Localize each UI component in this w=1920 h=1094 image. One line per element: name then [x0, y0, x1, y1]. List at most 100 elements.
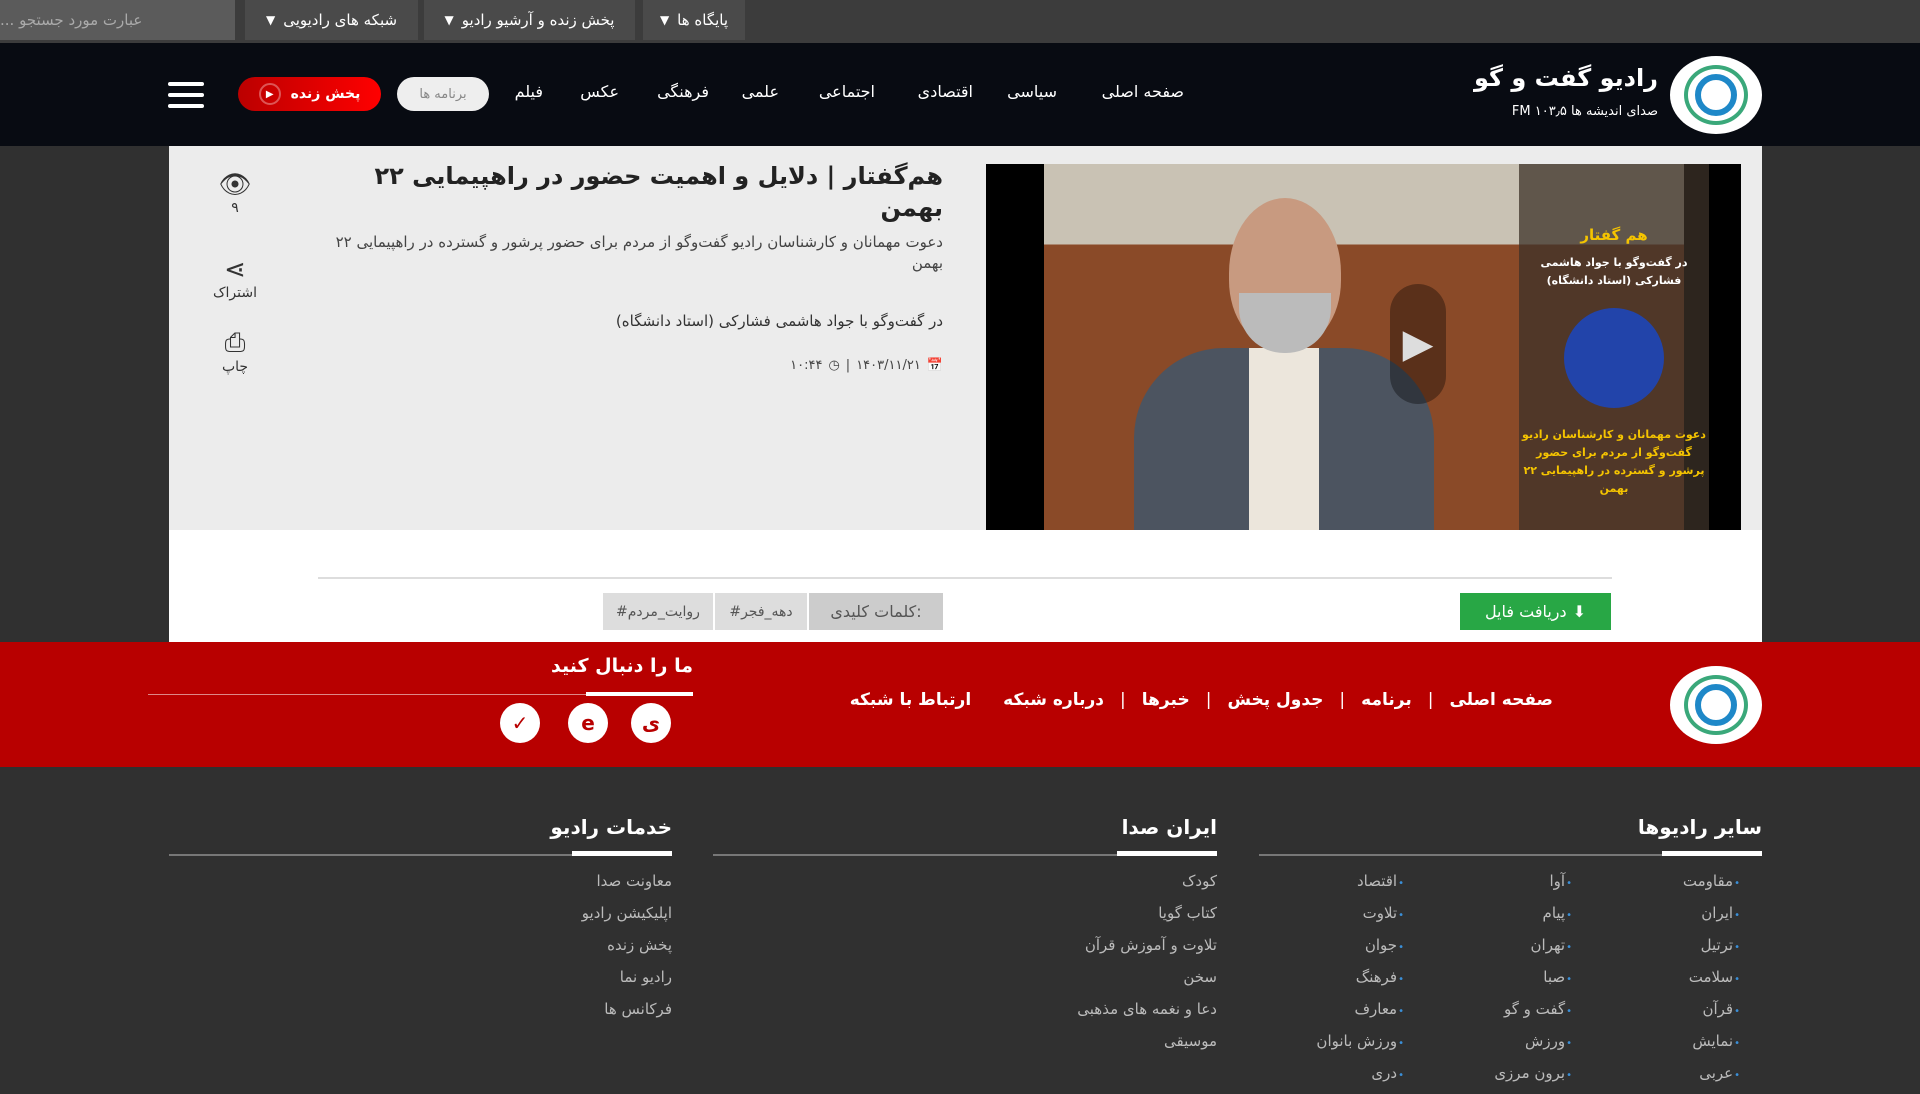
footer-link[interactable]: فرکانس ها — [582, 998, 672, 1030]
footer-services-title: خدمات رادیو — [550, 815, 672, 839]
play-icon: ▶ — [258, 83, 281, 105]
nav-culture[interactable]: فرهنگی — [657, 82, 709, 101]
article-subtitle: در گفت‌وگو با جواد هاشمی فشارکی (استاد د… — [615, 312, 943, 330]
footer-link[interactable]: دعا و نغمه های مذهبی — [1077, 998, 1217, 1030]
footer-link[interactable]: معاونت صدا — [582, 870, 672, 902]
footer-nav-program[interactable]: برنامه — [1361, 690, 1412, 710]
footer-link[interactable]: گفت و گو — [1494, 998, 1572, 1030]
nav-social[interactable]: اجتماعی — [819, 82, 875, 101]
footer-link[interactable]: سخن — [1077, 966, 1217, 998]
download-icon: ⬇ — [1572, 602, 1587, 621]
menu-label: پایگاه ها — [677, 11, 729, 29]
nav-film[interactable]: فیلم — [515, 82, 543, 101]
footer-link[interactable]: کودک — [1077, 870, 1217, 902]
radio-networks-dropdown[interactable]: شبکه های رادیویی ▼ — [245, 0, 418, 40]
play-icon[interactable]: ▶ — [1390, 284, 1446, 404]
footer-link[interactable]: معارف — [1316, 998, 1404, 1030]
footer-nav-news[interactable]: خبرها — [1142, 690, 1190, 710]
views-count: ۹ — [231, 200, 239, 216]
footer-link[interactable]: پیام — [1494, 902, 1572, 934]
divider — [586, 692, 693, 696]
search-input[interactable]: عبارت مورد جستجو ... — [0, 0, 235, 40]
footer-link[interactable]: اپلیکیشن رادیو — [582, 902, 672, 934]
nav-politics[interactable]: سیاسی — [1007, 82, 1057, 101]
article-meta: 📅 ۱۴۰۳/۱۱/۲۱ | ◷ ۱۰:۴۴ — [790, 358, 943, 373]
footer-link[interactable]: آوا — [1494, 870, 1572, 902]
footer-link[interactable]: ورزش — [1494, 1030, 1572, 1062]
footer-link[interactable]: جوان — [1316, 934, 1404, 966]
footer-iran-seda-title: ایران صدا — [1121, 815, 1217, 839]
portals-dropdown[interactable]: پایگاه ها ▼ — [643, 0, 745, 40]
divider — [572, 851, 672, 856]
nav-home[interactable]: صفحه اصلی — [1102, 82, 1184, 101]
social-icon-2[interactable]: e — [568, 703, 608, 743]
overlay-caption: دعوت مهمانان و کارشناسان رادیو گفت‌وگو ا… — [1522, 428, 1706, 495]
footer-nav-contact[interactable]: ارتباط با شبکه — [850, 690, 971, 710]
video-thumbnail: هم گفتار در گفت‌وگو با جواد هاشمی فشارکی… — [1044, 164, 1709, 530]
footer-link[interactable]: کتاب گویا — [1077, 902, 1217, 934]
keyword-tag[interactable]: #روایت_مردم — [603, 593, 713, 630]
footer-link[interactable]: رادیو نما — [582, 966, 672, 998]
print-button[interactable]: ⎙ چاپ — [190, 328, 280, 375]
chevron-down-icon: ▼ — [265, 13, 276, 27]
chevron-down-icon: ▼ — [659, 13, 670, 27]
clock-icon: ◷ — [828, 358, 840, 373]
footer-link[interactable]: سلامت — [1683, 966, 1740, 998]
article-title: هم‌گفتار | دلایل و اهمیت حضور در راهپیما… — [374, 162, 943, 222]
printer-icon: ⎙ — [224, 328, 246, 358]
footer-link[interactable]: تلاوت و آموزش قرآن — [1077, 934, 1217, 966]
footer-nav-about[interactable]: درباره شبکه — [1003, 690, 1104, 710]
eye-icon: 👁 — [218, 170, 252, 200]
divider — [318, 577, 1612, 579]
radios-col-1: مقاومتایرانترتیلسلامتقرآننمایشعربی — [1683, 870, 1740, 1094]
footer-logo[interactable] — [1670, 666, 1762, 744]
download-file-button[interactable]: ⬇ دریافت فایل — [1460, 593, 1611, 630]
hamburger-menu-icon[interactable] — [168, 82, 204, 108]
footer-nav: صفحه اصلی | برنامه | جدول پخش | خبرها | دربا… — [849, 690, 1553, 710]
footer-link[interactable]: دری — [1316, 1062, 1404, 1094]
keyword-tag[interactable]: #دهه_فجر — [715, 593, 807, 630]
menu-label: شبکه های رادیویی — [283, 11, 398, 29]
keywords-label: کلمات کلیدی: — [809, 593, 943, 630]
calendar-icon: 📅 — [926, 358, 943, 373]
brand-title: رادیو گفت و گو — [1473, 64, 1658, 92]
social-icon-3[interactable]: ✓ — [500, 703, 540, 743]
footer-radios-title: سایر رادیوها — [1637, 815, 1762, 839]
top-bar: عبارت مورد جستجو ... شبکه های رادیویی ▼ پ… — [0, 0, 1920, 43]
divider — [1662, 851, 1762, 856]
brand-subtitle: صدای اندیشه ها ۱۰۳٫۵ FM — [1511, 104, 1658, 119]
iran-seda-links: کودک کتاب گویا تلاوت و آموزش قرآن سخن دعا و … — [1077, 870, 1217, 1062]
footer-link[interactable]: تلاوت — [1316, 902, 1404, 934]
footer-link[interactable]: ترتیل — [1683, 934, 1740, 966]
footer-link[interactable]: برون مرزی — [1494, 1062, 1572, 1094]
footer-link[interactable]: موسیقی — [1077, 1030, 1217, 1062]
footer-nav-schedule[interactable]: جدول پخش — [1227, 690, 1323, 710]
footer-nav-home[interactable]: صفحه اصلی — [1449, 690, 1553, 710]
live-archive-dropdown[interactable]: پخش زنده و آرشیو رادیو ▼ — [424, 0, 635, 40]
video-player[interactable]: هم گفتار در گفت‌وگو با جواد هاشمی فشارکی… — [986, 164, 1741, 530]
nav-photo[interactable]: عکس — [580, 82, 619, 101]
nav-science[interactable]: علمی — [742, 82, 779, 101]
footer-link[interactable]: عربی — [1683, 1062, 1740, 1094]
footer-link[interactable]: تهران — [1494, 934, 1572, 966]
radios-col-3: اقتصادتلاوتجوانفرهنگمعارفورزش بانواندری — [1316, 870, 1404, 1094]
social-icon-1[interactable]: ی — [631, 703, 671, 743]
footer-link[interactable]: نمایش — [1683, 1030, 1740, 1062]
footer-link[interactable]: فرهنگ — [1316, 966, 1404, 998]
footer-link[interactable]: ورزش بانوان — [1316, 1030, 1404, 1062]
views-counter: 👁 ۹ — [190, 170, 280, 216]
nav-economy[interactable]: اقتصادی — [918, 82, 973, 101]
radios-col-2: آواپیامتهرانصباگفت و گوورزشبرون مرزی — [1494, 870, 1572, 1094]
footer-link[interactable]: صبا — [1494, 966, 1572, 998]
footer-link[interactable]: ایران — [1683, 902, 1740, 934]
live-label: پخش زنده — [290, 86, 361, 102]
programs-button[interactable]: برنامه ها — [397, 77, 489, 111]
footer-link[interactable]: پخش زنده — [582, 934, 672, 966]
live-button[interactable]: پخش زنده ▶ — [238, 77, 381, 111]
footer-link[interactable]: اقتصاد — [1316, 870, 1404, 902]
share-icon: ⋖ — [224, 255, 246, 285]
site-logo[interactable] — [1670, 56, 1762, 134]
share-button[interactable]: ⋖ اشتراک — [190, 255, 280, 301]
footer-link[interactable]: قرآن — [1683, 998, 1740, 1030]
footer-link[interactable]: مقاومت — [1683, 870, 1740, 902]
